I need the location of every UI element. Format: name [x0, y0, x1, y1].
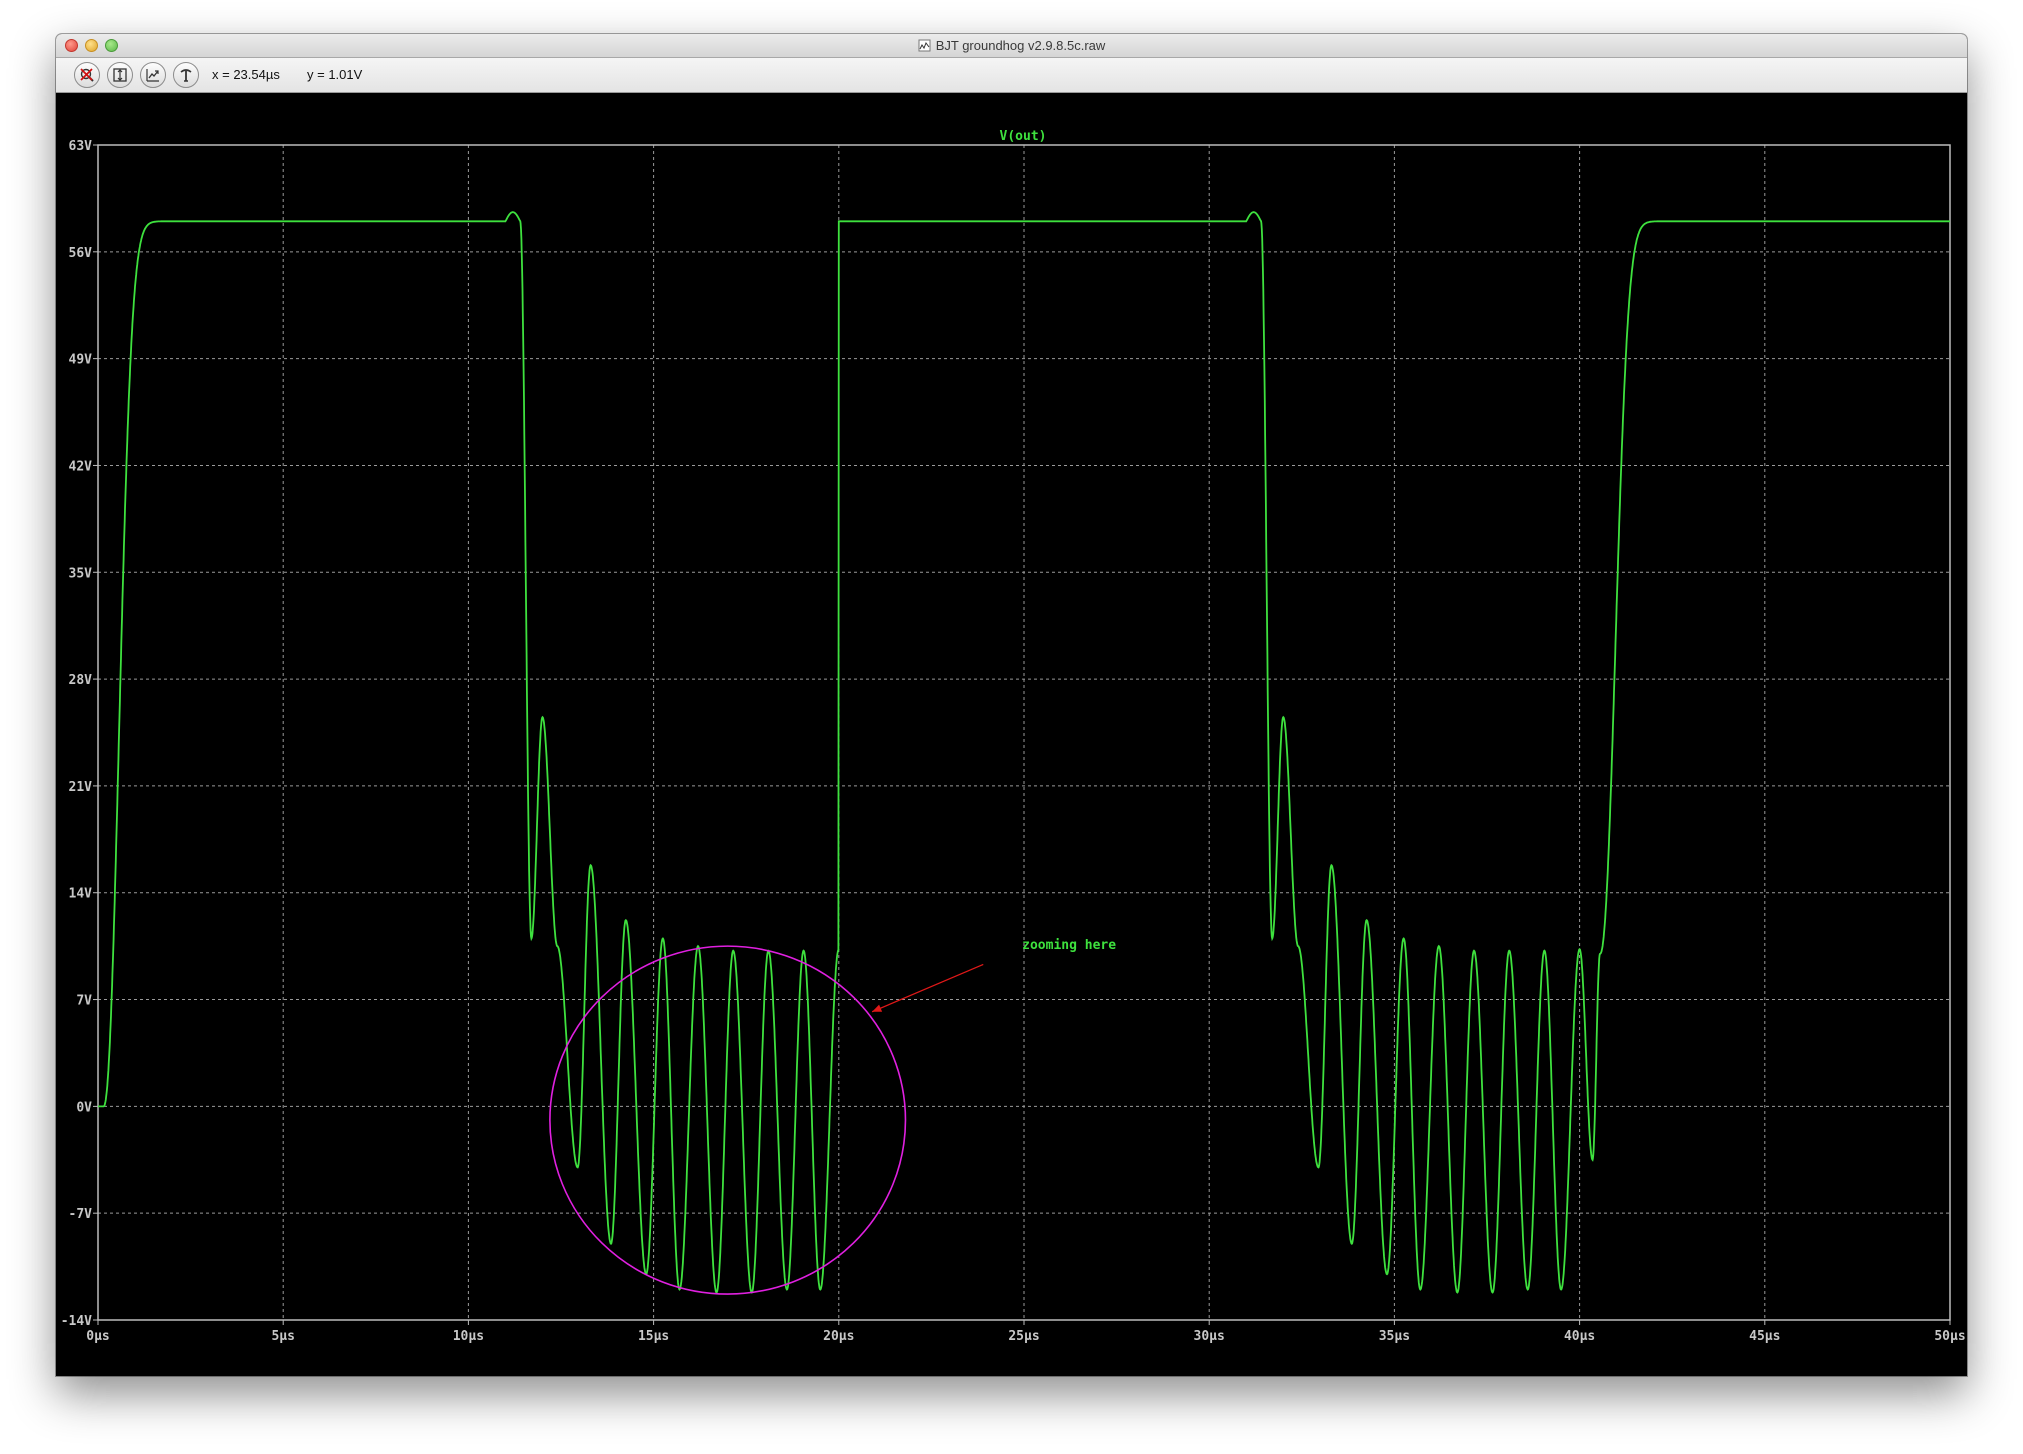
y-tick-label: 35V: [69, 566, 93, 581]
window-title: BJT groundhog v2.9.8.5c.raw: [935, 38, 1106, 53]
y-tick-label: 7V: [76, 994, 92, 1009]
toolbar: x = 23.54µs y = 1.01V: [56, 58, 1967, 93]
zoom-fit-icon: [113, 68, 127, 82]
zoom-cancel-button[interactable]: [74, 62, 100, 88]
zoom-fit-button[interactable]: [107, 62, 133, 88]
y-tick-label: 49V: [69, 353, 93, 368]
probe-icon: [180, 69, 192, 82]
title-bar: BJT groundhog v2.9.8.5c.raw: [56, 34, 1967, 58]
y-tick-label: 28V: [69, 673, 93, 688]
x-tick-label: 35µs: [1379, 1329, 1410, 1344]
annotation-arrow: [871, 963, 984, 1013]
y-tick-label: -14V: [61, 1314, 92, 1329]
plot-grid: [98, 145, 1950, 1320]
minimize-button[interactable]: [85, 39, 98, 52]
zoom-back-button[interactable]: [140, 62, 166, 88]
x-tick-label: 5µs: [271, 1329, 294, 1344]
x-tick-label: 30µs: [1194, 1329, 1225, 1344]
document-icon: [918, 39, 931, 52]
probe-button[interactable]: [173, 62, 199, 88]
y-readout: y = 1.01V: [307, 67, 363, 82]
zoom-cancel-icon: [80, 68, 94, 82]
y-tick-label: -7V: [69, 1207, 93, 1222]
x-tick-label: 15µs: [638, 1329, 669, 1344]
x-tick-label: 0µs: [86, 1329, 109, 1344]
y-tick-label: 56V: [69, 246, 93, 261]
y-tick-label: 21V: [69, 780, 93, 795]
x-readout: x = 23.54µs: [212, 67, 280, 82]
zoom-back-icon: [146, 69, 159, 82]
zoom-window-button[interactable]: [105, 39, 118, 52]
y-tick-label: 63V: [69, 139, 93, 154]
axis-ticks: 0µs 5µs 10µs 15µs 20µs 25µs 30µs 35µs 40µs 45µs 50…: [61, 139, 1966, 1344]
x-tick-label: 10µs: [453, 1329, 484, 1344]
x-tick-label: 50µs: [1934, 1329, 1965, 1344]
x-tick-label: 25µs: [1008, 1329, 1039, 1344]
y-tick-label: 42V: [69, 459, 93, 474]
x-tick-label: 40µs: [1564, 1329, 1595, 1344]
annotation-text: zooming here: [1022, 938, 1116, 953]
x-tick-label: 45µs: [1749, 1329, 1780, 1344]
y-tick-label: 0V: [76, 1100, 92, 1115]
trace-label-vout[interactable]: V(out): [1000, 129, 1047, 144]
waveform-plot[interactable]: V(out) 0µs 5µs 10µs 15µs 20µs 25µs 30µs 35µs 40µ…: [56, 93, 1967, 1376]
y-tick-label: 14V: [69, 887, 93, 902]
plot-window: BJT groundhog v2.9.8.5c.raw x = 23.54µs …: [56, 34, 1967, 1376]
x-tick-label: 20µs: [823, 1329, 854, 1344]
close-button[interactable]: [65, 39, 78, 52]
